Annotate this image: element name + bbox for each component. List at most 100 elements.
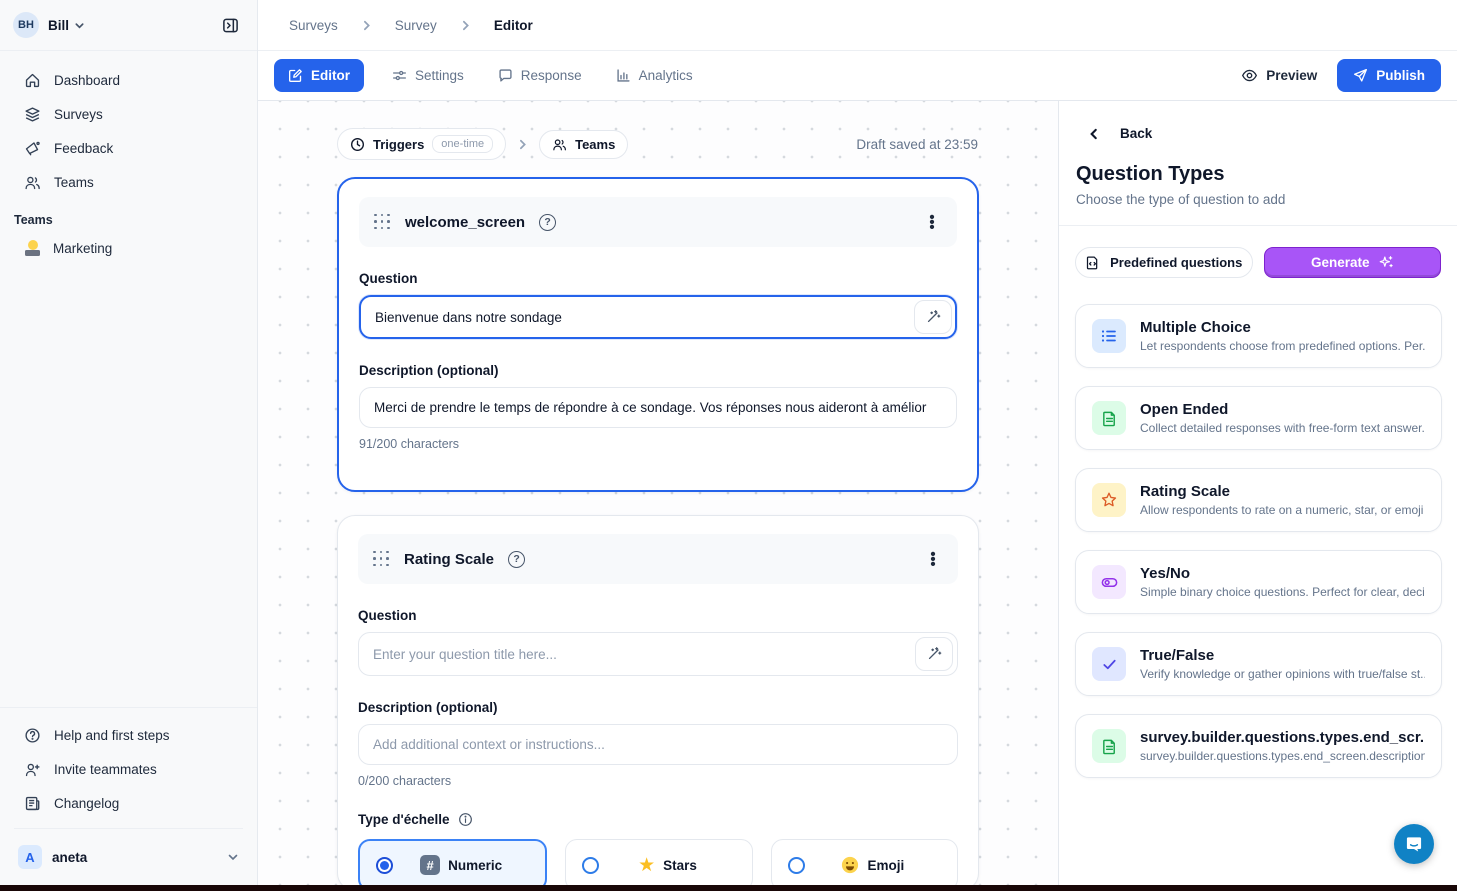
workspace-avatar: BH bbox=[13, 12, 39, 38]
question-card-rating-scale[interactable]: Rating Scale ? ••• Question Description … bbox=[337, 515, 979, 891]
document-icon bbox=[1092, 729, 1126, 763]
drag-handle-icon[interactable] bbox=[374, 214, 391, 231]
draft-status: Draft saved at 23:59 bbox=[856, 137, 978, 152]
scale-option-numeric[interactable]: # Numeric bbox=[358, 839, 547, 891]
sidebar-nav: Dashboard Surveys Feedback Teams bbox=[0, 51, 257, 199]
description-field-label: Description (optional) bbox=[358, 700, 958, 715]
megaphone-icon bbox=[24, 140, 41, 157]
chart-icon bbox=[616, 68, 631, 83]
tab-label: Response bbox=[521, 68, 582, 83]
question-type-multiple-choice[interactable]: Multiple Choice Let respondents choose f… bbox=[1075, 304, 1442, 368]
chat-bubble-icon bbox=[1404, 834, 1424, 854]
tab-editor[interactable]: Editor bbox=[274, 59, 364, 92]
question-field-label: Question bbox=[358, 608, 958, 623]
question-type-true-false[interactable]: True/False Verify knowledge or gather op… bbox=[1075, 632, 1442, 696]
sidebar-item-teams[interactable]: Teams bbox=[10, 165, 247, 199]
help-icon[interactable]: ? bbox=[539, 214, 556, 231]
triggers-chip[interactable]: Triggers one-time bbox=[337, 128, 506, 160]
sidebar-item-label: Surveys bbox=[54, 107, 103, 122]
sidebar-item-dashboard[interactable]: Dashboard bbox=[10, 63, 247, 97]
tab-settings[interactable]: Settings bbox=[382, 59, 474, 92]
sidebar-collapse-button[interactable] bbox=[216, 11, 244, 39]
question-type-end-screen[interactable]: survey.builder.questions.types.end_scr..… bbox=[1075, 714, 1442, 778]
scale-option-stars[interactable]: ★ Stars bbox=[565, 839, 752, 891]
scale-option-label: Emoji bbox=[867, 858, 904, 873]
description-input[interactable] bbox=[359, 387, 957, 428]
drag-handle-icon[interactable] bbox=[373, 551, 390, 568]
clock-icon bbox=[350, 137, 365, 152]
help-icon[interactable]: ? bbox=[508, 551, 525, 568]
sidebar-item-changelog[interactable]: Changelog bbox=[10, 786, 247, 820]
chevron-right-icon bbox=[459, 19, 472, 32]
chevron-down-icon bbox=[74, 20, 85, 31]
triggers-chip-label: Triggers bbox=[373, 137, 424, 152]
question-type-open-ended[interactable]: Open Ended Collect detailed responses wi… bbox=[1075, 386, 1442, 450]
question-types-panel: Back Question Types Choose the type of q… bbox=[1058, 101, 1457, 885]
account-menu[interactable]: A aneta bbox=[10, 837, 247, 877]
preview-button[interactable]: Preview bbox=[1241, 67, 1317, 84]
publish-button[interactable]: Publish bbox=[1337, 59, 1441, 92]
sidebar-section-teams-label: Teams bbox=[0, 199, 257, 231]
publish-label: Publish bbox=[1376, 68, 1425, 83]
panel-subtitle: Choose the type of question to add bbox=[1059, 186, 1457, 207]
description-input[interactable] bbox=[358, 724, 958, 765]
predefined-questions-button[interactable]: Predefined questions bbox=[1075, 247, 1253, 278]
teams-chip-label: Teams bbox=[575, 137, 615, 152]
radio-checked-icon bbox=[376, 857, 393, 874]
question-type-yes-no[interactable]: Yes/No Simple binary choice questions. P… bbox=[1075, 550, 1442, 614]
star-icon bbox=[1092, 483, 1126, 517]
scale-type-options: # Numeric ★ Stars Emoji bbox=[358, 839, 958, 891]
sidebar-item-label: Changelog bbox=[54, 796, 119, 811]
sidebar-item-invite[interactable]: Invite teammates bbox=[10, 752, 247, 786]
question-type-rating-scale[interactable]: Rating Scale Allow respondents to rate o… bbox=[1075, 468, 1442, 532]
scale-option-emoji[interactable]: Emoji bbox=[771, 839, 958, 891]
chevron-left-icon bbox=[1087, 127, 1101, 141]
generate-button[interactable]: Generate bbox=[1264, 247, 1442, 278]
kebab-menu-icon[interactable]: ••• bbox=[922, 215, 942, 230]
question-title-input[interactable] bbox=[359, 295, 957, 339]
smiley-emoji bbox=[841, 856, 859, 874]
breadcrumb-survey[interactable]: Survey bbox=[395, 18, 437, 33]
chat-widget-button[interactable] bbox=[1394, 824, 1434, 864]
kebab-menu-icon[interactable]: ••• bbox=[923, 552, 943, 567]
user-plus-icon bbox=[24, 761, 41, 778]
question-title-input[interactable] bbox=[358, 632, 958, 676]
breadcrumb-editor: Editor bbox=[494, 18, 533, 33]
workspace-switcher[interactable]: BH Bill bbox=[0, 0, 257, 51]
magic-wand-button[interactable] bbox=[914, 300, 952, 334]
chevron-right-icon bbox=[360, 19, 373, 32]
type-description: Simple binary choice questions. Perfect … bbox=[1140, 585, 1425, 599]
back-button[interactable]: Back bbox=[1059, 101, 1457, 141]
help-circle-icon bbox=[24, 727, 41, 744]
star-emoji: ★ bbox=[638, 856, 655, 875]
tab-analytics[interactable]: Analytics bbox=[606, 59, 703, 92]
description-field-label: Description (optional) bbox=[359, 363, 957, 378]
preview-label: Preview bbox=[1266, 68, 1317, 83]
scale-type-label-text: Type d'échelle bbox=[358, 812, 450, 827]
sidebar-item-surveys[interactable]: Surveys bbox=[10, 97, 247, 131]
sidebar-footer: Help and first steps Invite teammates Ch… bbox=[0, 707, 257, 877]
teams-chip[interactable]: Teams bbox=[539, 130, 628, 159]
char-count: 0/200 characters bbox=[358, 774, 958, 788]
tab-response[interactable]: Response bbox=[488, 59, 592, 92]
sidebar-item-feedback[interactable]: Feedback bbox=[10, 131, 247, 165]
team-label: Marketing bbox=[53, 241, 112, 256]
breadcrumb-surveys[interactable]: Surveys bbox=[289, 18, 338, 33]
users-icon bbox=[552, 137, 567, 152]
question-field-label: Question bbox=[359, 271, 957, 286]
sidebar-item-marketing[interactable]: Marketing bbox=[0, 231, 257, 265]
magic-wand-button[interactable] bbox=[915, 637, 953, 671]
radio-icon bbox=[582, 857, 599, 874]
divider bbox=[14, 828, 243, 829]
changelog-icon bbox=[24, 795, 41, 812]
type-description: survey.builder.questions.types.end_scree… bbox=[1140, 749, 1425, 763]
sidebar: BH Bill Dashboard Surveys Feedback Teams… bbox=[0, 0, 258, 885]
question-card-header: Rating Scale ? ••• bbox=[358, 534, 958, 584]
question-card-welcome-screen[interactable]: welcome_screen ? ••• Question Descriptio… bbox=[337, 177, 979, 492]
send-icon bbox=[1353, 68, 1368, 83]
sidebar-item-help[interactable]: Help and first steps bbox=[10, 718, 247, 752]
toggle-icon bbox=[1092, 565, 1126, 599]
workspace-name: Bill bbox=[48, 18, 69, 33]
chevron-down-icon bbox=[227, 851, 239, 863]
question-card-title: Rating Scale bbox=[404, 551, 494, 568]
